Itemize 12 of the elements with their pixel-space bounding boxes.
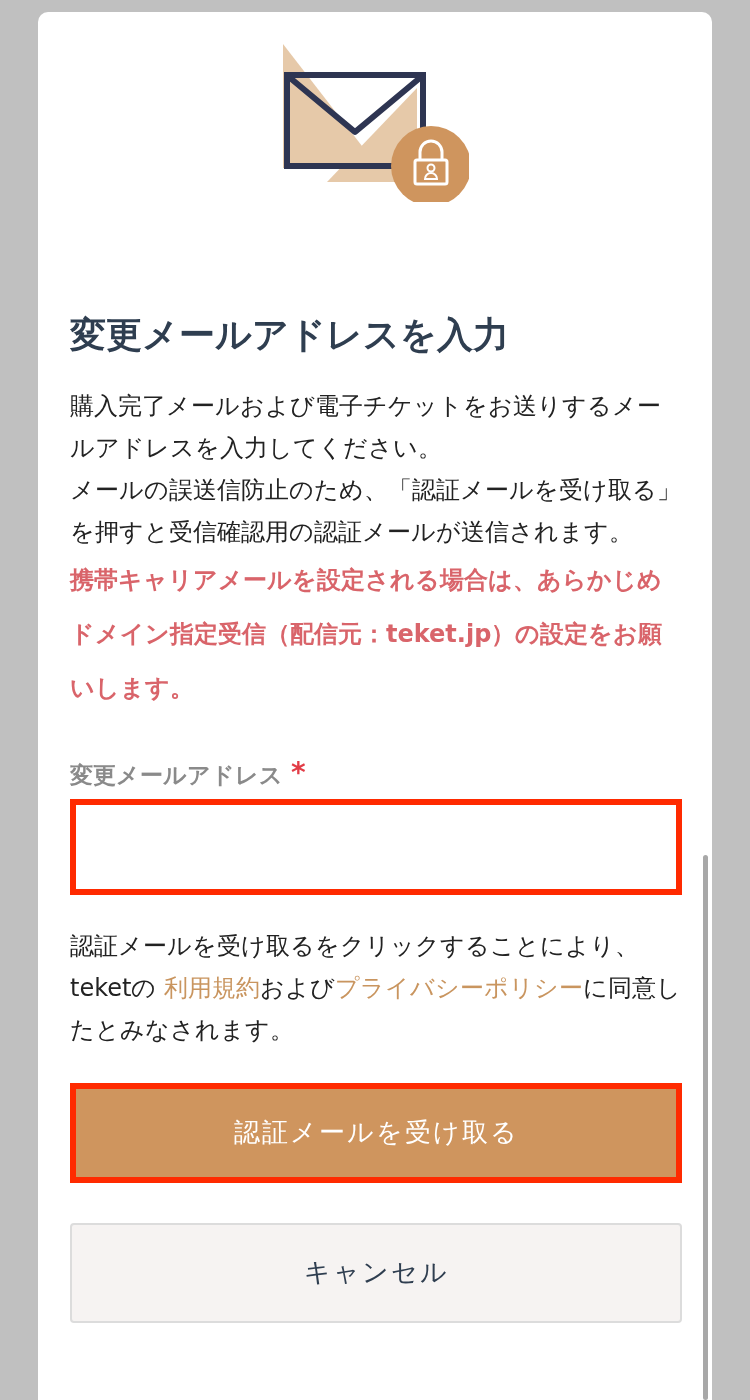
required-mark: * [291, 758, 306, 787]
cancel-button[interactable]: キャンセル [70, 1222, 682, 1323]
email-input-field[interactable] [70, 798, 682, 895]
terms-link[interactable]: 利用規約 [164, 973, 261, 1002]
description-text: メールの誤送信防止のため、「認証メールを受け取る」を押すと受信確認用の認証メールが送信されます。 [70, 474, 682, 548]
warning-text: 携帯キャリアメールを設定される場合は、あらかじめドメイン指定受信（配信元：teket.jp）の設定をお願いします。 [70, 564, 664, 704]
agreement-text: 認証メールを受け取るをクリックすることにより、teketの 利用規約およびプライバシーポリシーに同意したとみなされます。 [70, 930, 682, 1046]
field-label: 変更メールアドレス [70, 760, 283, 790]
description-text: 購入完了メールおよび電子チケットをお送りするメールアドレスを入力してください。 [70, 390, 662, 464]
terms-link[interactable]: プライバシーポリシー [335, 973, 584, 1002]
receive-email-button[interactable]: 認証メールを受け取る [70, 1082, 682, 1183]
page-title: 変更メールアドレスを入力 [70, 313, 510, 357]
